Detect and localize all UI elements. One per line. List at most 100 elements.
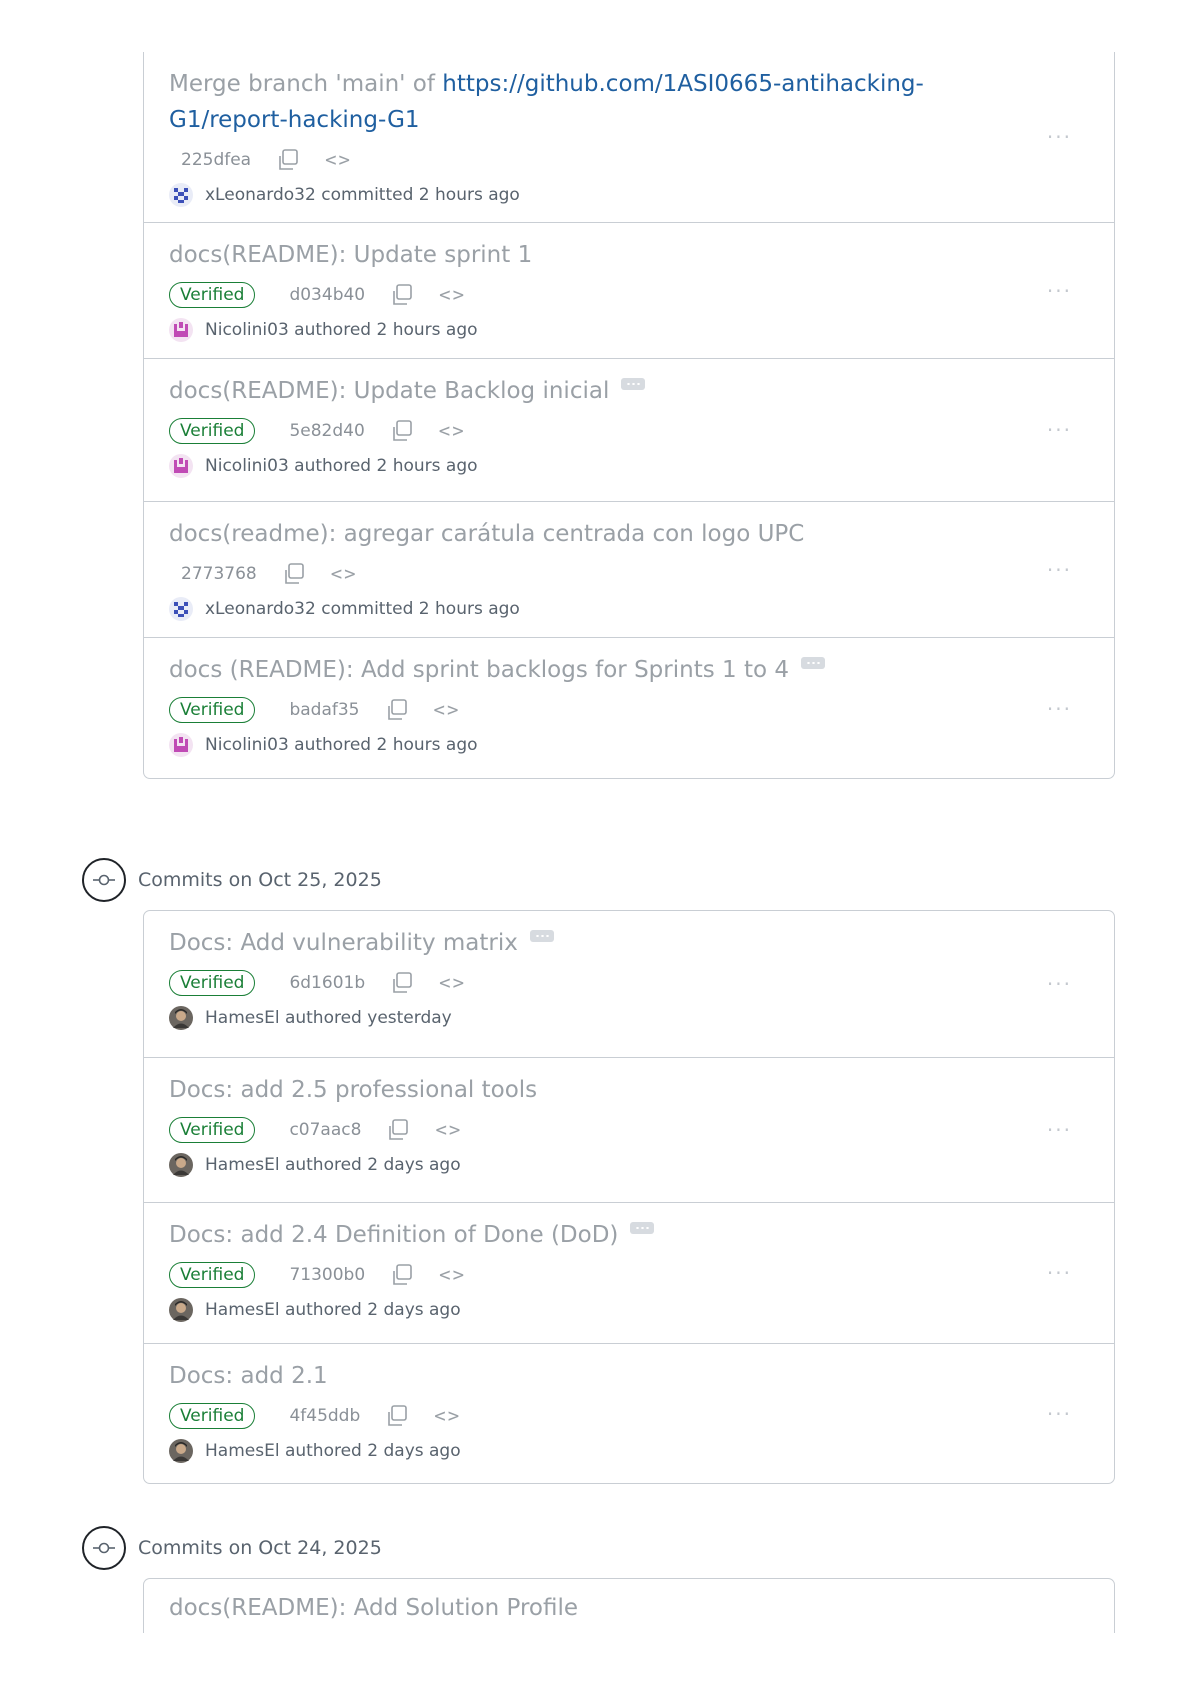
commit-sha[interactable]: 225dfea bbox=[181, 150, 251, 170]
copy-icon[interactable] bbox=[384, 697, 410, 723]
commit-title[interactable]: docs (README): Add sprint backlogs for S… bbox=[169, 652, 1014, 688]
avatar[interactable] bbox=[169, 183, 193, 207]
avatar[interactable] bbox=[169, 733, 193, 757]
avatar[interactable] bbox=[169, 318, 193, 342]
copy-icon[interactable] bbox=[389, 970, 415, 996]
avatar[interactable] bbox=[169, 1439, 193, 1463]
avatar[interactable] bbox=[169, 597, 193, 621]
commit-author[interactable]: xLeonardo32 bbox=[205, 599, 316, 619]
commit-row: Docs: Add vulnerability matrix Verified … bbox=[144, 911, 1114, 1058]
commit-title-text: Docs: add 2.4 Definition of Done (DoD) bbox=[169, 1222, 619, 1248]
avatar[interactable] bbox=[169, 1006, 193, 1030]
avatar[interactable] bbox=[169, 1298, 193, 1322]
commit-sha[interactable]: 71300b0 bbox=[289, 1265, 365, 1285]
kebab-horizontal-icon[interactable]: ··· bbox=[1047, 974, 1072, 994]
commit-sha[interactable]: 4f45ddb bbox=[289, 1406, 360, 1426]
commit-time: 2 hours ago bbox=[418, 185, 520, 205]
commit-sha[interactable]: d034b40 bbox=[289, 285, 365, 305]
verified-badge[interactable]: Verified bbox=[169, 1262, 256, 1288]
copy-icon[interactable] bbox=[275, 147, 301, 173]
code-icon[interactable]: <> bbox=[439, 420, 466, 442]
commit-time: 2 days ago bbox=[367, 1441, 461, 1461]
commit-time: 2 hours ago bbox=[376, 735, 478, 755]
ellipsis-icon[interactable] bbox=[529, 930, 554, 942]
commit-author[interactable]: Nicolini03 bbox=[205, 735, 289, 755]
commit-action: authored bbox=[284, 1155, 362, 1175]
avatar[interactable] bbox=[169, 1153, 193, 1177]
commit-group-date: Commits on Oct 24, 2025 bbox=[138, 1537, 382, 1559]
avatar[interactable] bbox=[169, 454, 193, 478]
verified-badge[interactable]: Verified bbox=[169, 1117, 256, 1143]
commit-title[interactable]: docs(README): Update Backlog inicial bbox=[169, 373, 1014, 409]
commit-time: yesterday bbox=[367, 1008, 452, 1028]
copy-icon[interactable] bbox=[389, 1262, 415, 1288]
kebab-horizontal-icon[interactable]: ··· bbox=[1047, 1404, 1072, 1424]
commit-row: Docs: add 2.4 Definition of Done (DoD) V… bbox=[144, 1203, 1114, 1344]
code-icon[interactable]: <> bbox=[434, 699, 461, 721]
commit-author[interactable]: Nicolini03 bbox=[205, 456, 289, 476]
verified-badge[interactable]: Verified bbox=[169, 1403, 256, 1429]
commit-sha[interactable]: 2773768 bbox=[181, 564, 257, 584]
code-icon[interactable]: <> bbox=[325, 149, 352, 171]
commit-title[interactable]: Docs: Add vulnerability matrix bbox=[169, 925, 1014, 961]
commit-group-header: Commits on Oct 24, 2025 bbox=[82, 1525, 382, 1571]
code-icon[interactable]: <> bbox=[439, 284, 466, 306]
verified-badge[interactable]: Verified bbox=[169, 418, 256, 444]
commit-group-header: Commits on Oct 25, 2025 bbox=[82, 857, 382, 903]
commit-action: committed bbox=[321, 599, 414, 619]
verified-badge[interactable]: Verified bbox=[169, 697, 256, 723]
commit-author[interactable]: HamesEl bbox=[205, 1008, 280, 1028]
commit-sha[interactable]: badaf35 bbox=[289, 700, 359, 720]
commit-author-line: HamesEl authored yesterday bbox=[169, 1001, 1014, 1035]
code-icon[interactable]: <> bbox=[435, 1119, 462, 1141]
ellipsis-icon[interactable] bbox=[630, 1222, 655, 1234]
commit-row: docs(README): Update Backlog inicial Ver… bbox=[144, 359, 1114, 502]
commit-title[interactable]: Docs: add 2.1 bbox=[169, 1358, 1014, 1394]
commit-group-date: Commits on Oct 25, 2025 bbox=[138, 869, 382, 891]
commit-meta: Verified c07aac8 <> bbox=[169, 1112, 1014, 1148]
commit-author[interactable]: HamesEl bbox=[205, 1441, 280, 1461]
commit-action: authored bbox=[284, 1008, 362, 1028]
commit-title[interactable]: Docs: add 2.5 professional tools bbox=[169, 1072, 1014, 1108]
copy-icon[interactable] bbox=[385, 1117, 411, 1143]
commit-sha[interactable]: 6d1601b bbox=[289, 973, 365, 993]
commit-group-1: Merge branch 'main' of https://github.co… bbox=[143, 52, 1115, 779]
copy-icon[interactable] bbox=[389, 418, 415, 444]
kebab-horizontal-icon[interactable]: ··· bbox=[1047, 699, 1072, 719]
commit-author[interactable]: xLeonardo32 bbox=[205, 185, 316, 205]
commit-author[interactable]: Nicolini03 bbox=[205, 320, 289, 340]
commit-sha[interactable]: c07aac8 bbox=[289, 1120, 361, 1140]
code-icon[interactable]: <> bbox=[331, 563, 358, 585]
code-icon[interactable]: <> bbox=[439, 1264, 466, 1286]
kebab-horizontal-icon[interactable]: ··· bbox=[1047, 281, 1072, 301]
code-icon[interactable]: <> bbox=[434, 1405, 461, 1427]
commit-action: authored bbox=[284, 1300, 362, 1320]
commit-author[interactable]: HamesEl bbox=[205, 1155, 280, 1175]
copy-icon[interactable] bbox=[384, 1403, 410, 1429]
commit-row: docs(readme): agregar carátula centrada … bbox=[144, 502, 1114, 638]
commit-author[interactable]: HamesEl bbox=[205, 1300, 280, 1320]
kebab-horizontal-icon[interactable]: ··· bbox=[1047, 560, 1072, 580]
kebab-horizontal-icon[interactable]: ··· bbox=[1047, 1120, 1072, 1140]
ellipsis-icon[interactable] bbox=[801, 657, 825, 669]
verified-badge[interactable]: Verified bbox=[169, 970, 256, 996]
commit-title[interactable]: docs(README): Update sprint 1 bbox=[169, 237, 1014, 273]
kebab-horizontal-icon[interactable]: ··· bbox=[1047, 420, 1072, 440]
commit-group-2: Docs: Add vulnerability matrix Verified … bbox=[143, 910, 1115, 1484]
ellipsis-icon[interactable] bbox=[621, 378, 646, 390]
copy-icon[interactable] bbox=[389, 282, 415, 308]
commit-title[interactable]: docs(readme): agregar carátula centrada … bbox=[169, 516, 1014, 552]
copy-icon[interactable] bbox=[281, 561, 307, 587]
commit-time: 2 days ago bbox=[367, 1155, 461, 1175]
code-icon[interactable]: <> bbox=[439, 972, 466, 994]
commit-author-line: HamesEl authored 2 days ago bbox=[169, 1293, 1014, 1327]
commit-sha[interactable]: 5e82d40 bbox=[289, 421, 364, 441]
commit-title[interactable]: Merge branch 'main' of https://github.co… bbox=[169, 66, 1014, 138]
commit-title[interactable]: docs(README): Add Solution Profile bbox=[169, 1590, 1014, 1626]
kebab-horizontal-icon[interactable]: ··· bbox=[1047, 1263, 1072, 1283]
commit-title[interactable]: Docs: add 2.4 Definition of Done (DoD) bbox=[169, 1217, 1014, 1253]
kebab-horizontal-icon[interactable]: ··· bbox=[1047, 127, 1072, 147]
commit-row: Docs: add 2.1 Verified 4f45ddb <> HamesE… bbox=[144, 1344, 1114, 1483]
commit-meta: Verified 71300b0 <> bbox=[169, 1257, 1014, 1293]
verified-badge[interactable]: Verified bbox=[169, 282, 256, 308]
